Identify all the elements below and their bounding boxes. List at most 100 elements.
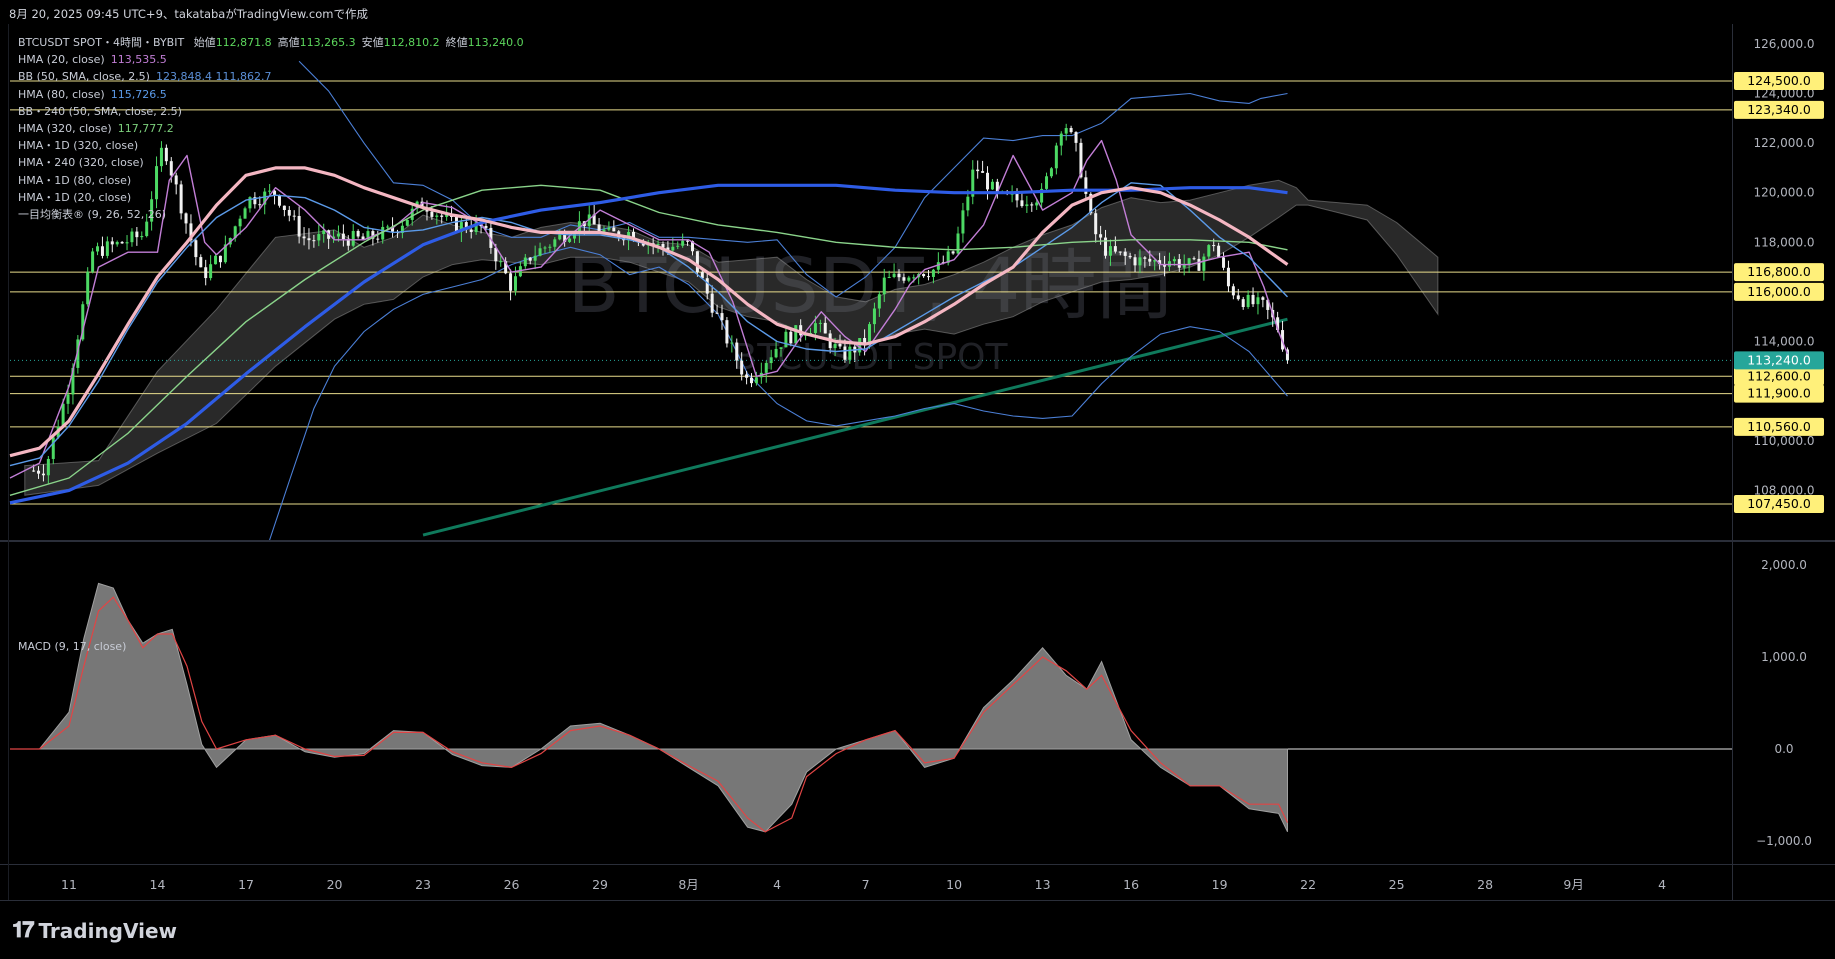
candle-body (597, 224, 601, 232)
candle-body (607, 227, 611, 230)
candle-body (1113, 246, 1117, 252)
candle-body (981, 171, 985, 173)
indicator-row[interactable]: BB・240 (50, SMA, close, 2.5) (18, 103, 524, 120)
indicator-row[interactable]: HMA・240 (320, close) (18, 154, 524, 171)
candle-body (725, 320, 729, 344)
candle-body (1212, 245, 1216, 247)
candle-body (1020, 200, 1024, 207)
candle-body (1128, 255, 1132, 258)
time-tick-label: 25 (1389, 877, 1405, 892)
candle-body (1197, 258, 1201, 271)
candle-body (533, 255, 537, 261)
price-tick-label: 114,000.0 (1753, 335, 1814, 349)
symbol-title: BTCUSDT SPOT・4時間・BYBIT (18, 36, 185, 49)
time-tick-label: 17 (238, 877, 254, 892)
indicator-row[interactable]: HMA・1D (20, close) (18, 189, 524, 206)
macd-histogram-area (10, 582, 1288, 833)
candle-body (1148, 258, 1152, 262)
indicator-label: HMA (320, close) (18, 122, 112, 136)
candle-body (676, 245, 680, 247)
indicator-value: 113,535.5 (110, 53, 167, 67)
candle-body (100, 246, 104, 256)
candle-body (715, 312, 719, 314)
candle-body (745, 374, 749, 378)
candle-body (1143, 257, 1147, 259)
time-tick-label: 19 (1212, 877, 1228, 892)
time-tick-label: 4 (1658, 877, 1666, 892)
candle-body (833, 343, 837, 349)
candle-body (1251, 294, 1255, 305)
candle-body (1138, 257, 1142, 266)
ohlc-values: 始値112,871.8 高値113,265.3 安値112,810.2 終値113,2… (188, 36, 524, 49)
indicator-row[interactable]: BB (50, SMA, close, 2.5) 123,848.4 111,86… (18, 68, 524, 85)
candle-body (612, 227, 616, 232)
candle-body (91, 251, 95, 272)
candle-body (209, 264, 213, 279)
candle-body (509, 273, 513, 291)
indicator-label: HMA・1D (80, close) (18, 173, 132, 187)
candle-body (140, 236, 144, 238)
ohlc-label: 始値 (193, 36, 216, 49)
candle-body (548, 246, 552, 248)
indicator-row[interactable]: HMA・1D (320, close) (18, 137, 524, 154)
indicator-row[interactable]: HMA (20, close) 113,535.5 (18, 51, 524, 68)
candle-body (51, 437, 55, 459)
candle-body (892, 273, 896, 278)
indicator-label: HMA・1D (320, close) (18, 139, 139, 153)
level-price-label: 112,600.0 (1747, 368, 1811, 383)
candle-body (1015, 193, 1019, 201)
candle-body (1045, 176, 1049, 189)
candle-body (312, 240, 316, 242)
time-tick-label: 10 (946, 877, 962, 892)
indicator-list: HMA (20, close) 113,535.5 BB (50, SMA, clo… (18, 51, 524, 223)
level-price-label: 116,800.0 (1747, 264, 1811, 279)
candle-body (32, 470, 36, 472)
candle-body (695, 251, 699, 273)
candle-body (341, 233, 345, 239)
macd-label: MACD (9, 17, close) (18, 640, 127, 653)
time-tick-label: 14 (150, 877, 166, 892)
indicator-row[interactable]: HMA・1D (80, close) (18, 172, 524, 189)
candle-body (558, 234, 562, 240)
candle-body (956, 233, 960, 254)
candle-body (130, 231, 134, 243)
candle-body (907, 277, 911, 281)
candle-body (499, 261, 503, 263)
level-price-label: 111,900.0 (1747, 386, 1811, 401)
candle-body (1202, 256, 1206, 271)
candle-body (794, 325, 798, 344)
candle-body (966, 196, 970, 211)
candle-body (789, 331, 793, 344)
candle-body (125, 242, 129, 244)
candle-body (538, 248, 542, 256)
time-tick-label: 26 (504, 877, 520, 892)
candle-body (1236, 295, 1240, 300)
candle-body (302, 236, 306, 239)
indicator-row[interactable]: HMA (320, close) 117,777.2 (18, 120, 524, 137)
indicator-value: 115,726.5 (110, 87, 167, 101)
ohlc-label: 終値 (445, 36, 468, 49)
candle-body (1030, 204, 1034, 206)
candle-body (145, 221, 149, 237)
indicator-row[interactable]: 一目均衡表® (9, 26, 52, 26) (18, 206, 524, 223)
footer-bar (0, 900, 1835, 959)
indicator-label: HMA (80, close) (18, 87, 105, 101)
indicator-label: HMA (20, close) (18, 53, 105, 67)
level-price-label: 124,500.0 (1747, 73, 1811, 88)
candle-body (135, 231, 139, 238)
candle-body (671, 246, 675, 251)
candle-body (1069, 128, 1073, 133)
candle-body (990, 181, 994, 190)
indicator-row[interactable]: HMA (80, close) 115,726.5 (18, 86, 524, 103)
candle-body (897, 273, 901, 278)
candle-body (194, 240, 198, 258)
candle-body (214, 255, 218, 265)
candle-body (730, 342, 734, 344)
indicator-value: 123,848.4 111,862.7 (155, 70, 272, 84)
candle-body (1123, 251, 1127, 256)
candle-body (735, 342, 739, 361)
indicator-value: 117,777.2 (117, 122, 174, 136)
chart-legend: BTCUSDT SPOT・4時間・BYBIT 始値112,871.8 高値113,… (18, 34, 524, 223)
tradingview-brand[interactable]: 𝟏𝟕 TradingView (12, 918, 177, 943)
indicator-label: BB・240 (50, SMA, close, 2.5) (18, 104, 182, 118)
